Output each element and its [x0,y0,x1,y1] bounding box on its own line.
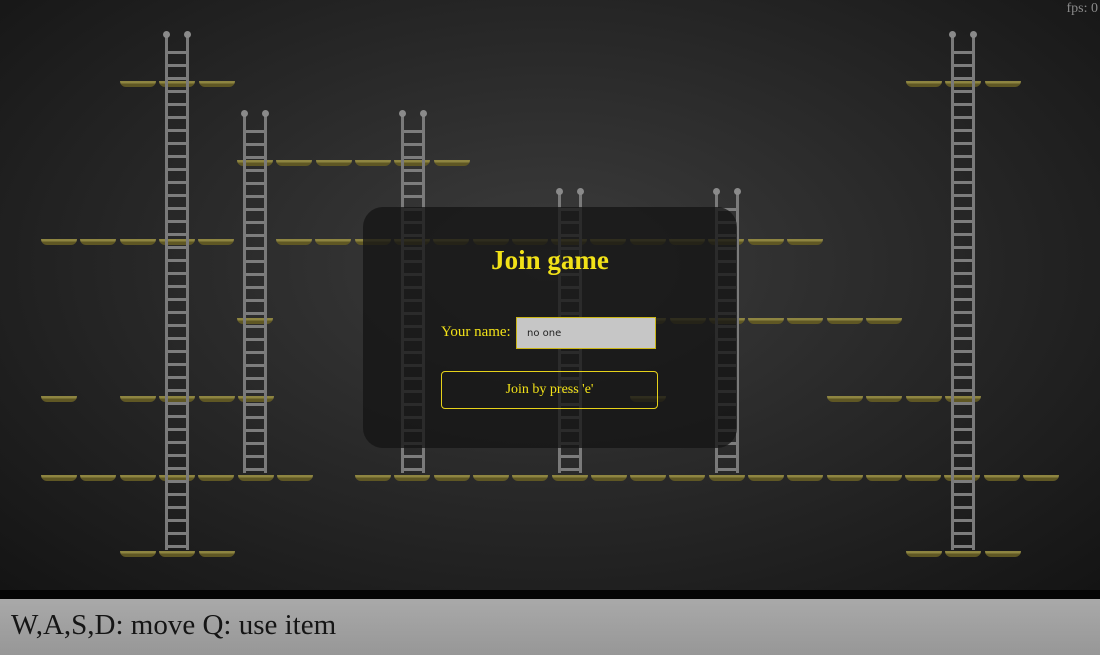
platform-tile [748,239,784,245]
platform-tile [905,475,941,481]
ladder [163,31,191,550]
platform-tile [198,475,234,481]
join-button[interactable]: Join by press 'e' [441,371,658,409]
platform-tile [787,239,823,245]
platform-tile [120,81,156,87]
platform-tile [748,318,784,324]
platform-tile [827,396,863,402]
name-input[interactable] [516,317,656,349]
platform-tile [120,239,156,245]
game-canvas[interactable]: fps: 0 Join game Your name: Join by pres… [0,0,1100,590]
platform-tile [669,475,705,481]
platform-tile [355,160,391,166]
platform-tile [866,318,902,324]
platform-tile [120,551,156,557]
platform-tile [473,475,509,481]
ladder [949,31,977,550]
platform-tile [394,475,430,481]
platform-tile [827,318,863,324]
dialog-title: Join game [491,245,609,275]
platform-tile [120,475,156,481]
platform-tile [80,475,116,481]
join-game-dialog: Join game Your name: Join by press 'e' [363,207,737,448]
platform-tile [748,475,784,481]
platform-tile [630,475,666,481]
platform-tile [159,551,195,557]
platform-tile [120,396,156,402]
ladder [241,110,269,473]
platform-tile [591,475,627,481]
platform-tile [315,239,351,245]
platform-tile [945,551,981,557]
platform-tile [199,81,235,87]
platform-tile [199,396,235,402]
platform-tile [277,475,313,481]
platform-tile [866,475,902,481]
platform-tile [434,160,470,166]
divider [0,590,1100,599]
platform-tile [80,239,116,245]
platform-tile [41,475,77,481]
platform-tile [906,551,942,557]
platform-tile [276,160,312,166]
platform-tile [276,239,312,245]
platform-tile [199,551,235,557]
platform-tile [985,551,1021,557]
platform-tile [41,239,77,245]
platform-tile [512,475,548,481]
platform-tile [984,475,1020,481]
platform-tile [866,396,902,402]
controls-hint: W,A,S,D: move Q: use item [11,609,337,641]
platform-tile [316,160,352,166]
platform-tile [238,475,274,481]
platform-tile [827,475,863,481]
platform-tile [355,475,391,481]
platform-tile [787,475,823,481]
platform-tile [198,239,234,245]
controls-bar: W,A,S,D: move Q: use item [0,599,1100,655]
platform-tile [906,396,942,402]
fps-counter: fps: 0 [1066,1,1099,16]
platform-tile [552,475,588,481]
platform-tile [1023,475,1059,481]
platform-tile [434,475,470,481]
platform-tile [985,81,1021,87]
platform-tile [709,475,745,481]
platform-tile [41,396,77,402]
platform-tile [906,81,942,87]
platform-tile [787,318,823,324]
name-label: Your name: [441,324,511,340]
